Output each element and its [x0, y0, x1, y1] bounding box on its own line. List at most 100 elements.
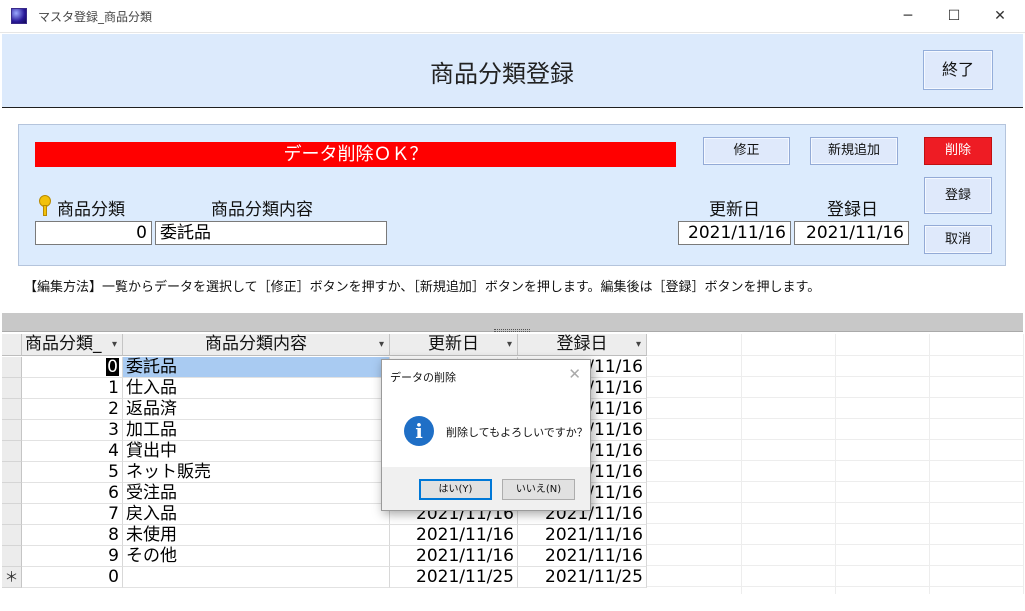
splitter-handle[interactable] — [494, 329, 530, 332]
cancel-button[interactable]: 取消 — [924, 225, 992, 254]
delete-confirm-message: データ削除ＯＫ？ — [35, 142, 676, 167]
maximize-button[interactable]: ☐ — [934, 4, 974, 28]
register-button[interactable]: 登録 — [924, 177, 992, 214]
cell-content[interactable]: 加工品 — [123, 420, 390, 441]
cell-updated[interactable]: 2021/11/16 — [390, 546, 518, 567]
cell-content[interactable]: 返品済 — [123, 399, 390, 420]
record-selector[interactable] — [2, 525, 22, 546]
cell-category[interactable]: 0 — [22, 567, 123, 588]
grid-line — [1023, 334, 1024, 594]
cell-category[interactable]: 1 — [22, 378, 123, 399]
key-icon — [38, 195, 52, 217]
column-header-registered[interactable]: 登録日 ▾ — [518, 334, 647, 356]
grid-line — [647, 544, 1023, 545]
cell-registered[interactable]: 2021/11/25 — [518, 567, 647, 588]
cell-category[interactable]: 4 — [22, 441, 123, 462]
record-selector[interactable] — [2, 504, 22, 525]
grid-line — [647, 355, 1023, 356]
cell-category[interactable]: 3 — [22, 420, 123, 441]
grid-line — [647, 523, 1023, 524]
grid-line — [647, 481, 1023, 482]
record-selector[interactable] — [2, 357, 22, 378]
content-field[interactable]: 委託品 — [155, 221, 387, 245]
chevron-down-icon[interactable]: ▾ — [636, 334, 641, 355]
column-header-category[interactable]: 商品分類_ ▾ — [22, 334, 123, 356]
app-icon — [11, 8, 27, 24]
grid-line — [647, 376, 1023, 377]
cell-registered[interactable]: 2021/11/16 — [518, 525, 647, 546]
record-selector[interactable] — [2, 399, 22, 420]
dialog-footer: はい(Y) いいえ(N) — [382, 467, 590, 510]
cell-category[interactable]: 0 — [22, 357, 123, 378]
chevron-down-icon[interactable]: ▾ — [112, 334, 117, 355]
cell-content[interactable]: 受注品 — [123, 483, 390, 504]
cell-content[interactable]: 仕入品 — [123, 378, 390, 399]
add-new-button[interactable]: 新規追加 — [810, 137, 898, 165]
updated-label: 更新日 — [709, 200, 760, 220]
cell-category[interactable]: 6 — [22, 483, 123, 504]
grid-line — [647, 586, 1023, 587]
help-text: 【編集方法】一覧からデータを選択して［修正］ボタンを押すか、［新規追加］ボタンを… — [24, 280, 821, 295]
record-selector[interactable] — [2, 546, 22, 567]
column-header-content[interactable]: 商品分類内容 ▾ — [123, 334, 390, 356]
edit-panel: データ削除ＯＫ？ 修正 新規追加 削除 登録 取消 商品分類 商品分類内容 更新… — [18, 124, 1006, 266]
grid-line — [647, 565, 1023, 566]
text-cursor: 0 — [106, 357, 119, 377]
delete-confirm-dialog: データの削除 ✕ i 削除してもよろしいですか？ はい(Y) いいえ(N) — [381, 359, 591, 511]
delete-button[interactable]: 削除 — [924, 137, 992, 165]
record-selector[interactable] — [2, 483, 22, 504]
chevron-down-icon[interactable]: ▾ — [379, 334, 384, 355]
window-title-bar: マスタ登録_商品分類 ─ ☐ ✕ — [0, 0, 1025, 33]
dialog-message: 削除してもよろしいですか？ — [446, 426, 588, 439]
cell-registered[interactable]: 2021/11/16 — [518, 546, 647, 567]
cell-category[interactable]: 5 — [22, 462, 123, 483]
cell-content[interactable]: その他 — [123, 546, 390, 567]
registered-field[interactable]: 2021/11/16 — [794, 221, 909, 245]
cell-category[interactable]: 9 — [22, 546, 123, 567]
info-icon: i — [404, 416, 434, 446]
cell-category[interactable]: 2 — [22, 399, 123, 420]
no-button[interactable]: いいえ(N) — [502, 479, 575, 500]
end-button[interactable]: 終了 — [923, 50, 993, 90]
grid-line — [835, 334, 836, 594]
content-label: 商品分類内容 — [211, 200, 313, 220]
grid-line — [647, 460, 1023, 461]
cell-content[interactable]: ネット販売 — [123, 462, 390, 483]
updated-field[interactable]: 2021/11/16 — [678, 221, 791, 245]
dialog-title: データの削除 — [390, 371, 456, 384]
column-header-updated[interactable]: 更新日 ▾ — [390, 334, 518, 356]
cell-content[interactable]: 戻入品 — [123, 504, 390, 525]
record-selector[interactable] — [2, 441, 22, 462]
cell-category[interactable]: 8 — [22, 525, 123, 546]
edit-button[interactable]: 修正 — [703, 137, 790, 165]
grid-line — [647, 439, 1023, 440]
record-selector[interactable] — [2, 378, 22, 399]
category-field[interactable]: 0 — [35, 221, 152, 245]
record-selector[interactable] — [2, 462, 22, 483]
cell-category[interactable]: 7 — [22, 504, 123, 525]
registered-label: 登録日 — [827, 200, 878, 220]
cell-content[interactable]: 貸出中 — [123, 441, 390, 462]
form-header: 商品分類登録 終了 — [2, 34, 1023, 108]
cell-updated[interactable]: 2021/11/16 — [390, 525, 518, 546]
cell-updated[interactable]: 2021/11/25 — [390, 567, 518, 588]
grid-line — [647, 502, 1023, 503]
yes-button[interactable]: はい(Y) — [419, 479, 492, 500]
cell-content[interactable] — [123, 567, 390, 588]
page-title: 商品分類登録 — [430, 60, 574, 88]
grid-line — [647, 418, 1023, 419]
window-title: マスタ登録_商品分類 — [38, 10, 153, 24]
select-all-corner[interactable] — [2, 334, 22, 356]
category-label: 商品分類 — [57, 200, 125, 220]
grid-line — [929, 334, 930, 594]
grid-line — [741, 334, 742, 594]
cell-content[interactable]: 未使用 — [123, 525, 390, 546]
close-window-button[interactable]: ✕ — [980, 4, 1020, 28]
grid-line — [647, 397, 1023, 398]
new-record-selector[interactable]: ＊ — [2, 567, 22, 588]
cell-content[interactable]: 委託品 — [123, 357, 390, 378]
minimize-button[interactable]: ─ — [888, 4, 928, 28]
record-selector[interactable] — [2, 420, 22, 441]
chevron-down-icon[interactable]: ▾ — [507, 334, 512, 355]
close-icon[interactable]: ✕ — [568, 365, 581, 383]
